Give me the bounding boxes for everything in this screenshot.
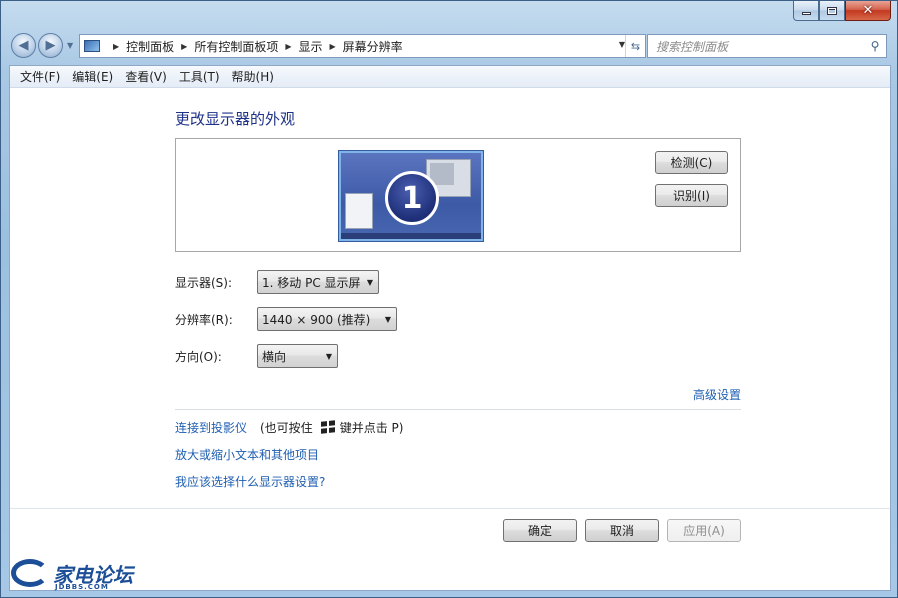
- chevron-right-icon[interactable]: ▶: [330, 42, 336, 51]
- detect-button[interactable]: 检测(C): [655, 151, 728, 174]
- display-label: 显示器(S):: [175, 276, 233, 290]
- close-icon: ✕: [862, 3, 874, 18]
- maximize-button[interactable]: [819, 1, 845, 21]
- text-size-link[interactable]: 放大或缩小文本和其他项目: [175, 446, 319, 463]
- document-thumbnail-icon: [345, 193, 373, 229]
- projector-shortcut-note: (也可按住 键并点击 P): [260, 419, 403, 436]
- control-panel-icon: [84, 40, 100, 52]
- connect-projector-link[interactable]: 连接到投影仪: [175, 419, 247, 436]
- chevron-down-icon: ▼: [366, 278, 373, 287]
- minimize-icon: [801, 12, 811, 15]
- resolution-label: 分辨率(R):: [175, 313, 233, 327]
- search-icon[interactable]: ⚲: [864, 39, 886, 53]
- search-input[interactable]: 搜索控制面板: [648, 38, 864, 55]
- windows-key-icon: [320, 420, 335, 435]
- client-area: 文件(F) 编辑(E) 查看(V) 工具(T) 帮助(H) 更改显示器的外观 1…: [9, 65, 891, 591]
- watermark-subtitle: JDBBS.COM: [55, 583, 109, 591]
- orientation-select[interactable]: 横向 ▼: [257, 344, 338, 368]
- breadcrumb-screen-resolution[interactable]: 屏幕分辨率: [343, 38, 403, 55]
- maximize-icon: [827, 6, 837, 15]
- menu-bar: 文件(F) 编辑(E) 查看(V) 工具(T) 帮助(H): [10, 66, 890, 88]
- window-frame: ✕ ◀ ▶ ▼ ▶ 控制面板 ▶ 所有控制面板项 ▶ 显示 ▶ 屏幕分辨率 ▼ …: [0, 0, 898, 598]
- back-button[interactable]: ◀: [11, 33, 36, 58]
- page-title: 更改显示器的外观: [175, 110, 296, 128]
- forward-button[interactable]: ▶: [38, 33, 63, 58]
- caption-buttons: ✕: [793, 1, 891, 21]
- footer-divider: [10, 508, 890, 509]
- taskbar-thumbnail: [341, 233, 481, 239]
- arrow-left-icon: ◀: [18, 38, 29, 53]
- search-box[interactable]: 搜索控制面板 ⚲: [647, 34, 887, 58]
- resolution-select-value: 1440 × 900 (推荐): [262, 312, 371, 327]
- identify-button[interactable]: 识别(I): [655, 184, 728, 207]
- display-settings-help-link[interactable]: 我应该选择什么显示器设置?: [175, 473, 325, 490]
- chevron-right-icon[interactable]: ▶: [181, 42, 187, 51]
- menu-tools[interactable]: 工具(T): [173, 68, 226, 85]
- resolution-select[interactable]: 1440 × 900 (推荐) ▼: [257, 307, 397, 331]
- breadcrumb-control-panel[interactable]: 控制面板: [126, 38, 174, 55]
- arrow-right-icon: ▶: [45, 38, 56, 53]
- apply-button[interactable]: 应用(A): [667, 519, 741, 542]
- orientation-label: 方向(O):: [175, 350, 222, 364]
- site-watermark-logo: 家电论坛 JDBBS.COM: [9, 557, 139, 593]
- monitor-preview-area: 1 检测(C) 识别(I): [175, 138, 741, 252]
- recent-pages-dropdown[interactable]: ▼: [67, 41, 73, 50]
- navigation-bar: ◀ ▶ ▼ ▶ 控制面板 ▶ 所有控制面板项 ▶ 显示 ▶ 屏幕分辨率 ▼ ⇆ …: [9, 31, 889, 61]
- logo-swirl-icon: [11, 559, 49, 587]
- display-select-value: 1. 移动 PC 显示屏: [262, 275, 361, 290]
- close-button[interactable]: ✕: [845, 1, 891, 21]
- monitor-thumbnail[interactable]: 1: [339, 151, 483, 241]
- cancel-button[interactable]: 取消: [585, 519, 659, 542]
- ok-button[interactable]: 确定: [503, 519, 577, 542]
- advanced-settings-link[interactable]: 高级设置: [693, 386, 741, 403]
- display-settings-panel: 更改显示器的外观 1 检测(C) 识别(I) 显示器(S): 1. 移动 PC …: [10, 88, 890, 590]
- projector-note-suffix: 键并点击 P): [339, 421, 404, 435]
- breadcrumb-all-items[interactable]: 所有控制面板项: [194, 38, 278, 55]
- display-select[interactable]: 1. 移动 PC 显示屏 ▼: [257, 270, 379, 294]
- menu-help[interactable]: 帮助(H): [226, 68, 280, 85]
- orientation-select-value: 横向: [262, 349, 287, 364]
- chevron-down-icon: ▼: [384, 315, 391, 324]
- chevron-right-icon[interactable]: ▶: [113, 42, 119, 51]
- section-divider: [175, 409, 741, 410]
- minimize-button[interactable]: [793, 1, 819, 21]
- monitor-number-badge: 1: [385, 171, 439, 225]
- chevron-down-icon: ▼: [325, 352, 332, 361]
- address-bar[interactable]: ▶ 控制面板 ▶ 所有控制面板项 ▶ 显示 ▶ 屏幕分辨率 ▼ ⇆: [79, 34, 646, 58]
- breadcrumb-display[interactable]: 显示: [299, 38, 323, 55]
- refresh-button[interactable]: ⇆: [625, 35, 645, 57]
- menu-view[interactable]: 查看(V): [119, 68, 173, 85]
- menu-edit[interactable]: 编辑(E): [66, 68, 119, 85]
- projector-note-prefix: (也可按住: [260, 421, 313, 435]
- menu-file[interactable]: 文件(F): [14, 68, 66, 85]
- chevron-right-icon[interactable]: ▶: [285, 42, 291, 51]
